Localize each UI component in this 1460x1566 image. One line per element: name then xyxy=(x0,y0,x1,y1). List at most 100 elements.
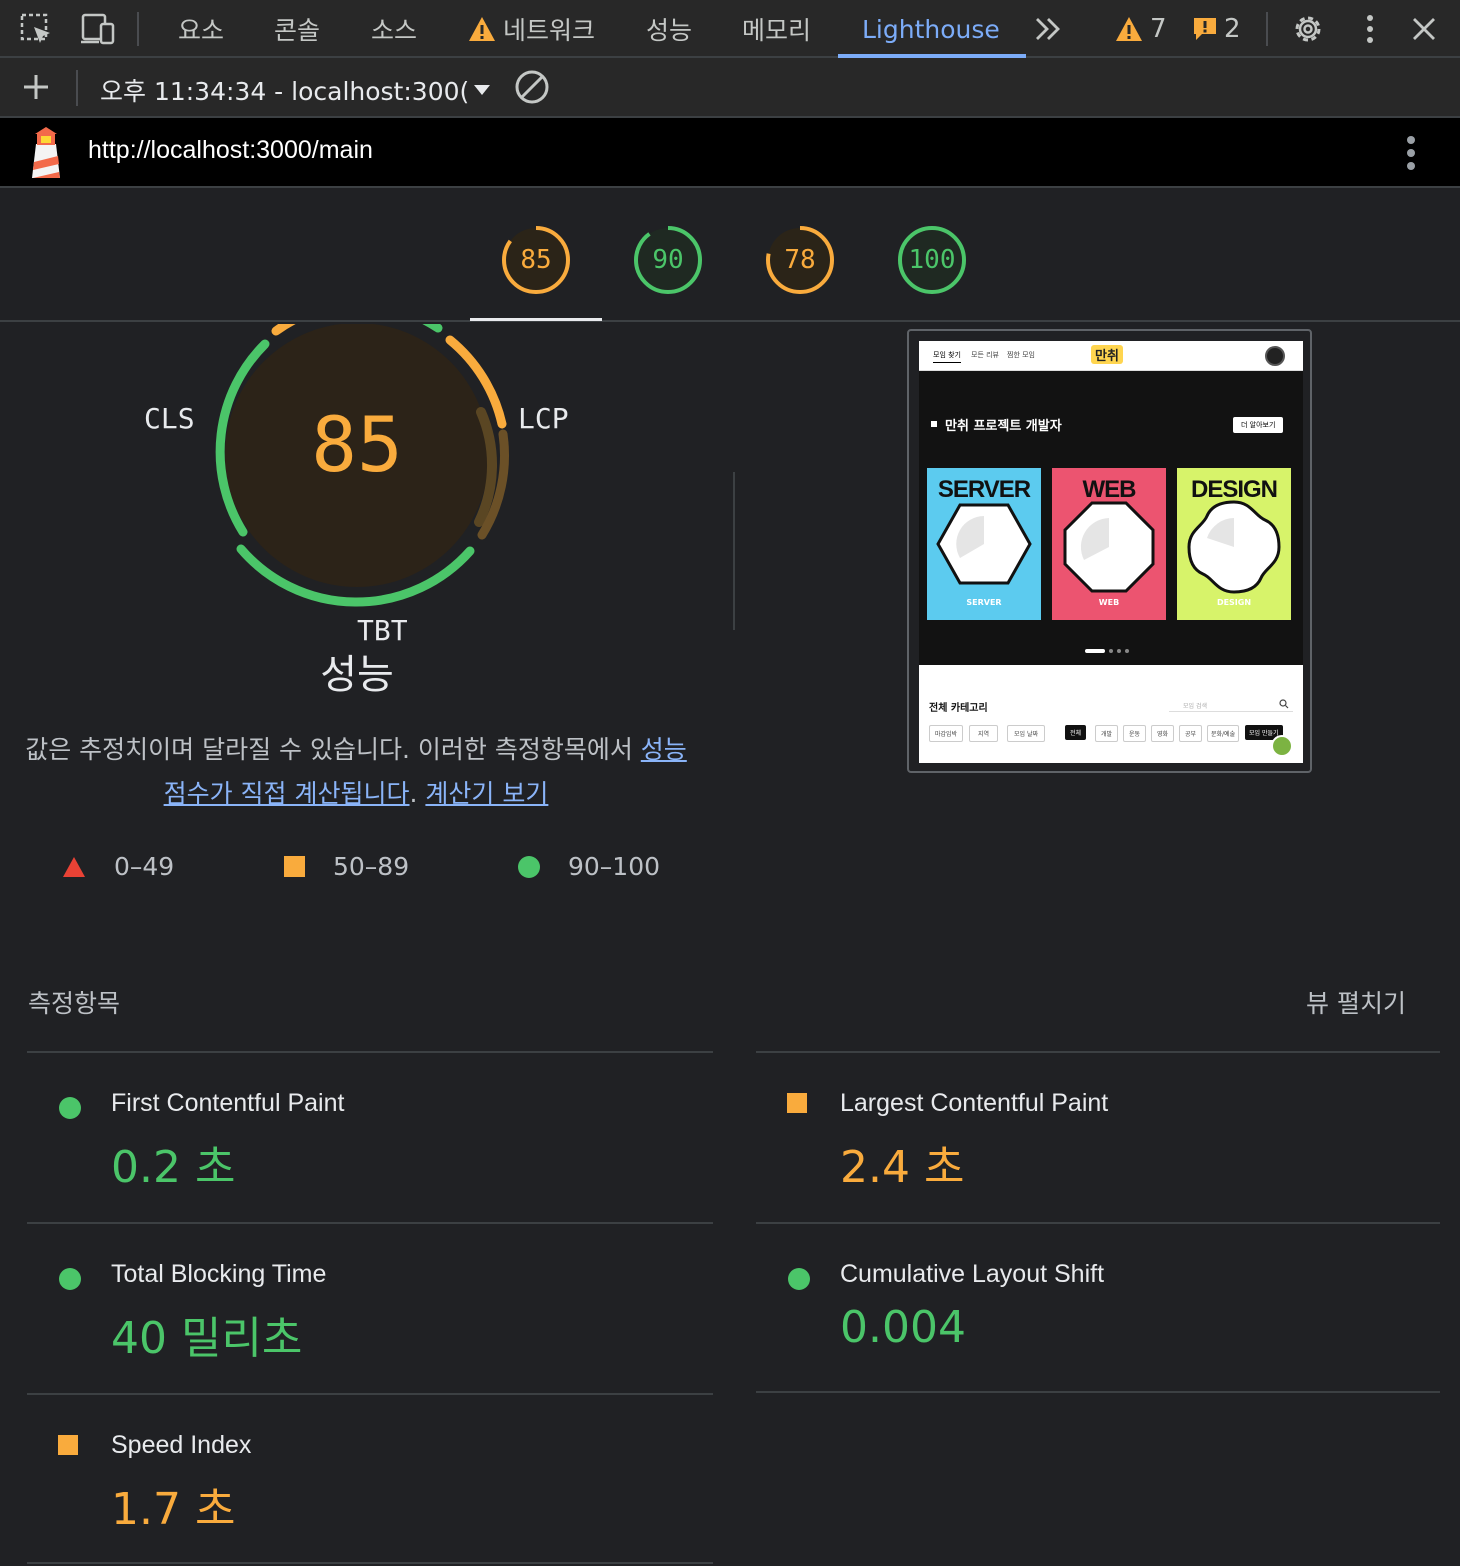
pass-circle-icon xyxy=(59,1268,81,1290)
description-separator: . xyxy=(409,779,426,808)
gear-icon[interactable] xyxy=(1288,10,1328,48)
shot-avatar xyxy=(1265,346,1285,366)
close-icon[interactable] xyxy=(1404,10,1444,48)
shot-page-dot xyxy=(1125,649,1129,653)
calculator-link[interactable]: 계산기 보기 xyxy=(425,779,548,808)
seo-score-gauge[interactable]: 100 xyxy=(896,224,968,296)
lcp-label[interactable]: LCP xyxy=(518,402,569,435)
tab-elements[interactable]: 요소 xyxy=(178,0,224,58)
warning-count: 7 xyxy=(1150,14,1167,44)
shot-nav-item: 모든 리뷰 xyxy=(971,351,999,359)
performance-title: 성능 xyxy=(320,652,394,698)
double-chevron-right-icon[interactable] xyxy=(1028,10,1068,48)
metric-name: Speed Index xyxy=(111,1431,252,1459)
shot-filter: 마감임박 xyxy=(929,725,964,742)
average-square-icon xyxy=(787,1093,807,1113)
shot-page-dot-active xyxy=(1085,649,1105,653)
shot-chip: 영화 xyxy=(1151,725,1175,742)
toolbar-separator xyxy=(137,12,139,46)
bar-separator xyxy=(76,70,78,106)
shot-card-title: SERVER xyxy=(937,476,1031,503)
issues-badge[interactable]: 2 xyxy=(1192,8,1241,50)
devtools-toolbar: 요소 콘솔 소스 네트워크 성능 메모리 Lighthouse 7 2 xyxy=(0,0,1460,58)
tab-memory[interactable]: 메모리 xyxy=(742,0,811,58)
metric-lcp: Largest Contentful Paint 2.4 초 xyxy=(756,1053,1442,1223)
shot-search-icon xyxy=(1279,699,1289,709)
legend-average: 50–89 xyxy=(284,852,409,881)
shot-floating-avatar xyxy=(1271,735,1293,757)
accessibility-score-gauge[interactable]: 90 xyxy=(632,224,704,296)
tab-console[interactable]: 콘솔 xyxy=(274,0,320,58)
metrics-divider xyxy=(756,1391,1440,1393)
legend-fail-range: 0–49 xyxy=(114,852,175,881)
shot-bullet xyxy=(931,421,937,427)
shot-card-label: WEB xyxy=(1098,598,1120,607)
more-vertical-icon[interactable] xyxy=(1404,134,1418,176)
performance-score-large: 85 xyxy=(311,400,403,489)
gauge-divider xyxy=(733,472,735,630)
report-url[interactable]: http://localhost:3000/main xyxy=(88,136,373,165)
metric-value: 2.4 초 xyxy=(840,1142,965,1193)
toolbar-separator xyxy=(1266,12,1268,46)
inspect-element-icon[interactable] xyxy=(16,10,56,48)
performance-score: 85 xyxy=(520,245,552,275)
metric-tbt: Total Blocking Time 40 밀리초 xyxy=(27,1224,713,1394)
tab-performance[interactable]: 성능 xyxy=(646,0,692,58)
legend-pass: 90–100 xyxy=(518,852,660,881)
tab-network[interactable]: 네트워크 xyxy=(467,0,595,58)
chevron-down-icon xyxy=(474,85,491,95)
issue-count: 2 xyxy=(1224,14,1241,44)
expand-view-toggle[interactable]: 뷰 펼치기 xyxy=(1306,984,1406,1020)
metric-cls: Cumulative Layout Shift 0.004 xyxy=(756,1224,1442,1394)
report-url-bar: http://localhost:3000/main xyxy=(0,118,1460,188)
report-select[interactable]: 오후 11:34:34 - localhost:300( xyxy=(100,72,491,108)
tab-network-label: 네트워크 xyxy=(503,16,596,45)
shot-logo: 만취 xyxy=(1091,345,1123,364)
metric-name: Cumulative Layout Shift xyxy=(840,1260,1105,1288)
metric-fcp: First Contentful Paint 0.2 초 xyxy=(27,1053,713,1223)
shot-page-dot xyxy=(1109,649,1113,653)
warning-icon xyxy=(469,17,495,41)
average-square-icon xyxy=(58,1435,78,1455)
performance-score-gauge[interactable]: 85 xyxy=(500,224,572,296)
report-bar: 오후 11:34:34 - localhost:300( xyxy=(0,58,1460,118)
plus-icon[interactable] xyxy=(16,68,56,106)
shot-search-underline xyxy=(1169,711,1293,712)
shot-chip: 개발 xyxy=(1095,725,1119,742)
hexagon-clock-icon xyxy=(936,503,1032,585)
warnings-badge[interactable]: 7 xyxy=(1114,8,1167,50)
shot-header: 모임 찾기 모든 리뷰 찜한 모임 만취 xyxy=(919,341,1303,371)
best-practices-score-gauge[interactable]: 78 xyxy=(764,224,836,296)
shot-hero: 만취 프로젝트 개발자 더 알아보기 SERVER SERVER WEB WEB… xyxy=(919,371,1303,665)
block-icon[interactable] xyxy=(512,68,552,106)
metric-value: 0.2 초 xyxy=(111,1142,236,1193)
shot-card-server: SERVER SERVER xyxy=(927,468,1041,620)
shot-chip: 공부 xyxy=(1179,725,1203,742)
metrics-title: 측정항목 xyxy=(28,989,121,1018)
metrics-divider xyxy=(27,1562,713,1564)
shot-card-design: DESIGN DESIGN xyxy=(1177,468,1291,620)
cls-label[interactable]: CLS xyxy=(144,402,195,435)
tab-lighthouse[interactable]: Lighthouse xyxy=(862,0,1000,58)
shot-card-label: DESIGN xyxy=(1216,598,1252,607)
average-square-icon xyxy=(284,856,305,877)
shot-heading: 만취 프로젝트 개발자 xyxy=(945,419,1062,434)
shot-nav-item: 찜한 모임 xyxy=(1007,351,1035,359)
device-toolbar-icon[interactable] xyxy=(78,10,118,48)
shot-search-placeholder: 모임 검색 xyxy=(1183,703,1207,710)
flower-clock-icon xyxy=(1187,500,1281,594)
metric-value: 40 밀리초 xyxy=(111,1313,303,1364)
lighthouse-logo-icon xyxy=(26,126,66,186)
more-vertical-icon[interactable] xyxy=(1350,10,1390,48)
warning-icon xyxy=(1116,17,1142,41)
shot-chip: 운동 xyxy=(1123,725,1147,742)
metric-value: 0.004 xyxy=(840,1302,966,1353)
tab-sources[interactable]: 소스 xyxy=(371,0,417,58)
legend-average-range: 50–89 xyxy=(333,852,410,881)
final-screenshot[interactable]: 모임 찾기 모든 리뷰 찜한 모임 만취 만취 프로젝트 개발자 더 알아보기 … xyxy=(907,329,1312,773)
report-select-label: 오후 11:34:34 - localhost:300( xyxy=(100,77,470,106)
shot-filter: 지역 xyxy=(969,725,999,742)
description-text: 값은 추정치이며 달라질 수 있습니다. 이러한 측정항목에서 xyxy=(25,735,641,764)
best-practices-score: 78 xyxy=(784,245,816,275)
octagon-clock-icon xyxy=(1063,501,1155,593)
